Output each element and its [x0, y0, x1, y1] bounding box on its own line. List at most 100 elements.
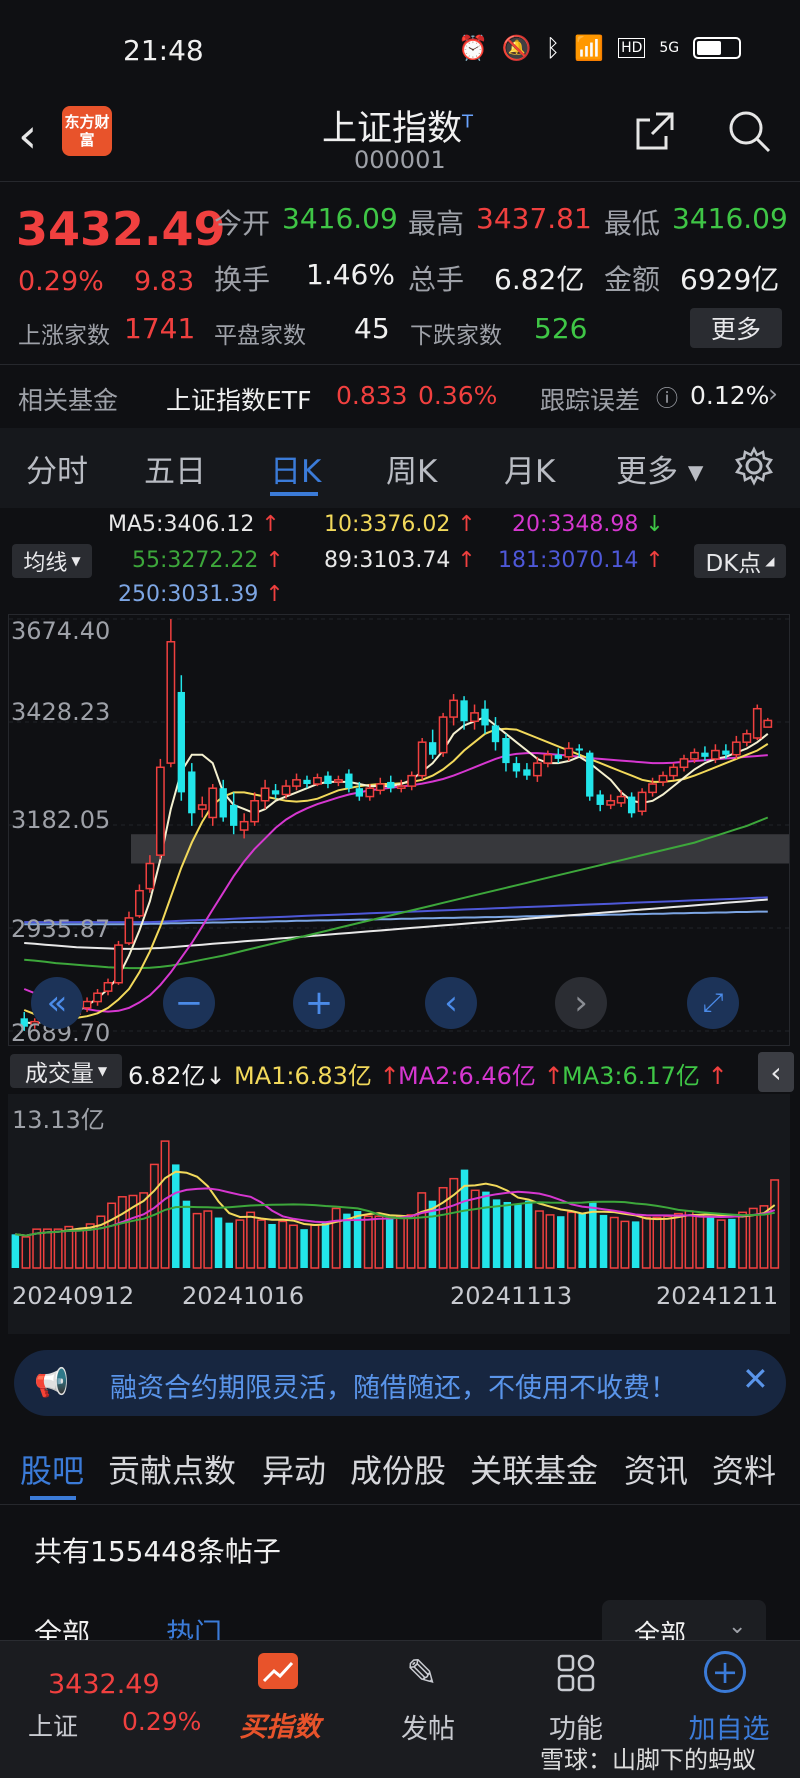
share-icon[interactable] — [634, 110, 676, 152]
arrow-up-icon: ↑ — [543, 1062, 564, 1090]
volume-bar — [695, 1214, 705, 1269]
candle — [512, 756, 521, 778]
scroll-left-icon[interactable]: ‹ — [425, 977, 477, 1029]
open-value: 3416.09 — [282, 202, 398, 235]
candle — [742, 729, 752, 747]
candle-body — [103, 982, 113, 992]
candle-body — [114, 944, 123, 984]
stock-code: 000001 — [354, 146, 446, 174]
scroll-left-fast-icon[interactable]: « — [31, 977, 83, 1029]
candle-body — [438, 716, 448, 754]
candlestick-chart[interactable]: 3674.40 3428.23 3182.05 2935.87 2689.70 … — [8, 614, 790, 1047]
dk-point-button[interactable]: DK点 ◢ — [694, 544, 786, 578]
volume-bar — [663, 1215, 673, 1269]
candle — [124, 911, 134, 946]
volume-bar — [374, 1215, 384, 1269]
ma181-value: 181:3070.14 — [498, 548, 639, 573]
candle-body — [752, 707, 762, 739]
banner-text: 融资合约期限灵活，随借随还，不使用不收费！ — [110, 1373, 677, 1404]
ma-dropdown[interactable]: 均线 ▼ — [12, 544, 92, 578]
related-fund-row[interactable]: 相关基金 上证指数ETF 0.833 0.36% 跟踪误差 ⓘ 0.12% › — [0, 365, 800, 427]
volume-current-value: 6.82亿 — [128, 1062, 206, 1090]
content-tab-3[interactable]: 成份股 — [350, 1446, 446, 1492]
close-icon[interactable]: ✕ — [742, 1360, 769, 1398]
index-change-pct: 0.29% — [18, 266, 104, 297]
volume-bar — [770, 1179, 780, 1269]
ma-line-ma10 — [23, 727, 769, 1020]
candle-body — [616, 795, 626, 804]
candle-body — [166, 641, 176, 764]
volume-bar — [673, 1212, 683, 1269]
content-tab-1[interactable]: 贡献点数 — [108, 1446, 236, 1492]
volume-current: 6.82亿↓ — [128, 1056, 226, 1091]
candle — [449, 694, 459, 726]
content-tab-6[interactable]: 资料 — [712, 1446, 776, 1492]
volume-chart-svg — [11, 1140, 780, 1269]
content-tab-0[interactable]: 股吧 — [20, 1446, 84, 1500]
active-tab-indicator — [270, 492, 318, 496]
tab-period-1[interactable]: 五日 — [144, 446, 206, 491]
collapse-panel-icon[interactable]: ‹ — [758, 1052, 794, 1092]
volume-label: 总手 — [408, 263, 465, 296]
scroll-right-icon[interactable]: › — [555, 977, 607, 1029]
fund-name[interactable]: 上证指数ETF — [166, 381, 311, 417]
volume-bar — [620, 1220, 630, 1269]
tab-period-3[interactable]: 周K — [386, 446, 437, 491]
candle-body — [197, 804, 207, 810]
candle-body — [554, 754, 562, 759]
more-button[interactable]: 更多 — [690, 308, 782, 348]
candle — [271, 784, 280, 799]
volume-bar — [385, 1218, 394, 1268]
up-label: 上涨家数 — [18, 323, 110, 349]
candle-body — [271, 790, 280, 795]
arrow-up-icon: ↑ — [457, 512, 476, 537]
volume-chart[interactable]: 13.13亿 20240912 20241016 20241113 202412… — [8, 1094, 790, 1334]
content-tabs: 股吧 贡献点数 异动 成份股 关联基金 资讯 资料 — [0, 1430, 800, 1504]
flat-label: 平盘家数 — [214, 323, 306, 349]
ma89-label: 89:3103.74 ↑ — [324, 548, 476, 573]
candle-body — [586, 752, 594, 797]
app-logo[interactable]: 东方财富 — [62, 106, 112, 156]
candle-body — [188, 771, 196, 814]
volume-bar — [268, 1223, 276, 1268]
fullscreen-icon[interactable]: ⤢ — [687, 977, 739, 1029]
candle-body — [543, 753, 553, 764]
volume-bar — [748, 1207, 758, 1269]
candle — [731, 735, 741, 759]
tab-period-2[interactable]: 日K — [270, 446, 321, 496]
zoom-in-icon[interactable]: + — [293, 977, 345, 1029]
volume-bar — [75, 1228, 85, 1269]
volume-bar — [256, 1219, 266, 1269]
candle — [428, 729, 437, 759]
back-icon[interactable]: ‹ — [18, 108, 37, 164]
candle-body — [135, 889, 144, 917]
nav-index-price: 3432.49 — [48, 1669, 160, 1700]
chevron-right-icon: › — [768, 379, 778, 408]
candle-body — [155, 766, 165, 856]
status-time: 21:48 — [123, 34, 204, 67]
nav-post[interactable]: 发帖 — [378, 1707, 478, 1746]
tab-period-5[interactable]: 更多 ▾ — [616, 446, 703, 491]
nav-index-name[interactable]: 上证 — [28, 1707, 78, 1743]
wifi-icon: 📶 — [574, 34, 605, 62]
promo-banner[interactable]: 📢 融资合约期限灵活，随借随还，不使用不收费！ ✕ — [14, 1350, 786, 1416]
candle — [333, 775, 343, 787]
divider — [0, 1504, 800, 1505]
gear-icon[interactable] — [734, 446, 774, 486]
content-tab-5[interactable]: 资讯 — [624, 1446, 688, 1492]
content-tab-4[interactable]: 关联基金 — [470, 1446, 598, 1492]
content-tab-2[interactable]: 异动 — [262, 1446, 326, 1492]
volume-dropdown[interactable]: 成交量 ▼ — [10, 1054, 122, 1088]
nav-buy-index[interactable]: 买指数 — [230, 1705, 330, 1744]
search-icon[interactable] — [726, 108, 772, 154]
tab-period-0[interactable]: 分时 — [26, 446, 88, 491]
volume-bar — [728, 1218, 736, 1268]
volume-bar — [652, 1216, 662, 1269]
candle — [93, 989, 102, 1006]
chevron-down-icon: ⌄ — [728, 1614, 747, 1639]
tab-period-4[interactable]: 月K — [504, 446, 555, 491]
help-icon[interactable]: ⓘ — [656, 381, 678, 413]
ma20-label: 20:3348.98 ↓ — [512, 512, 664, 537]
arrow-up-icon: ↑ — [645, 548, 664, 573]
zoom-out-icon[interactable]: − — [163, 977, 215, 1029]
